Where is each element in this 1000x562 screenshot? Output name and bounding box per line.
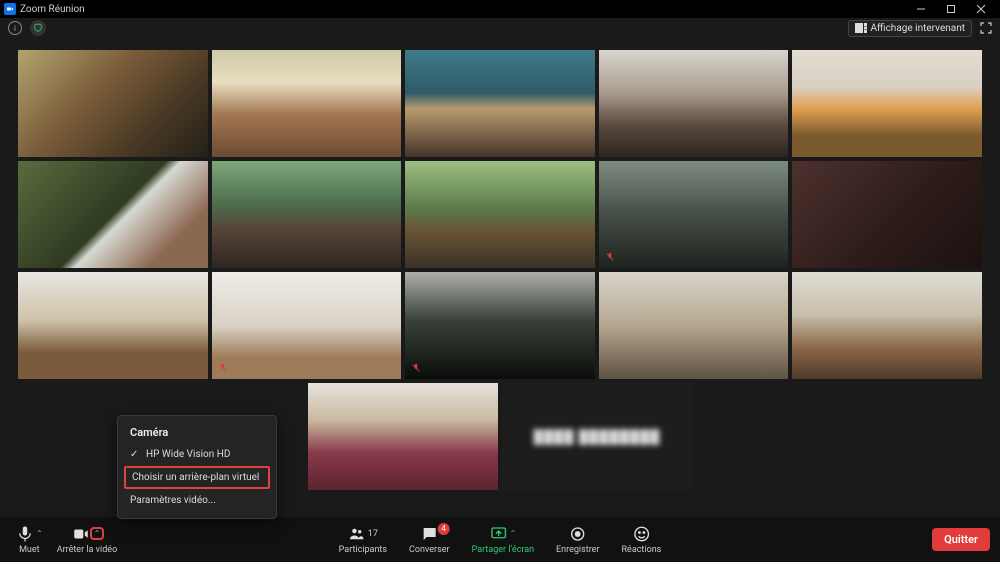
- participant-name: ████ ████████: [534, 429, 661, 445]
- video-settings[interactable]: Paramètres vidéo...: [118, 491, 276, 510]
- view-mode-button[interactable]: Affichage intervenant: [848, 20, 972, 37]
- check-icon: ✓: [130, 449, 140, 460]
- info-bar: i Affichage intervenant: [0, 18, 1000, 38]
- video-icon: [72, 525, 90, 543]
- record-icon: [569, 525, 587, 543]
- choose-virtual-background[interactable]: Choisir un arrière-plan virtuel: [124, 466, 270, 489]
- maximize-button[interactable]: [936, 0, 966, 18]
- participant-tile[interactable]: [599, 272, 789, 379]
- participant-tile[interactable]: [405, 161, 595, 268]
- video-gallery: ████ ████████ Caméra ✓ HP Wide Vision HD…: [0, 38, 1000, 517]
- window-title: Zoom Réunion: [20, 4, 85, 15]
- zoom-logo-icon: [4, 3, 16, 15]
- mute-button[interactable]: ⌃ Muet: [10, 525, 49, 555]
- participant-tile[interactable]: [212, 50, 402, 157]
- stop-video-button[interactable]: ⌃ Arrêter la vidéo: [51, 525, 124, 555]
- record-button[interactable]: Enregistrer: [550, 525, 605, 555]
- share-label: Partager l'écran: [472, 545, 534, 555]
- participant-tile[interactable]: [792, 272, 982, 379]
- mute-label: Muet: [19, 545, 40, 555]
- participant-tile[interactable]: [212, 161, 402, 268]
- participants-button[interactable]: 17 Participants: [333, 525, 393, 555]
- camera-option-label: HP Wide Vision HD: [146, 449, 230, 460]
- leave-button[interactable]: Quitter: [932, 528, 990, 551]
- video-settings-label: Paramètres vidéo...: [130, 495, 216, 506]
- microphone-icon: [16, 525, 34, 543]
- participant-tile[interactable]: [212, 272, 402, 379]
- stop-video-label: Arrêter la vidéo: [57, 545, 118, 555]
- encryption-icon[interactable]: [30, 20, 46, 36]
- info-icon[interactable]: i: [8, 21, 22, 35]
- participant-tile[interactable]: [405, 50, 595, 157]
- chat-icon: [420, 525, 438, 543]
- choose-bg-label: Choisir un arrière-plan virtuel: [132, 472, 259, 483]
- reactions-label: Réactions: [622, 545, 662, 555]
- participant-tile[interactable]: [792, 161, 982, 268]
- participant-tile[interactable]: [405, 272, 595, 379]
- chat-badge: 4: [438, 523, 450, 535]
- participant-name-tile[interactable]: ████ ████████: [502, 383, 692, 490]
- mute-caret-icon[interactable]: ⌃: [36, 529, 43, 538]
- meeting-toolbar: ⌃ Muet ⌃ Arrêter la vidéo: [0, 517, 1000, 562]
- reactions-button[interactable]: Réactions: [616, 525, 668, 555]
- participant-tile[interactable]: [18, 161, 208, 268]
- close-button[interactable]: [966, 0, 996, 18]
- participant-tile[interactable]: [18, 50, 208, 157]
- participants-count: 17: [368, 529, 378, 539]
- video-caret-icon[interactable]: ⌃: [92, 529, 103, 538]
- muted-icon: [409, 361, 423, 375]
- participant-tile[interactable]: [308, 383, 498, 490]
- minimize-button[interactable]: [906, 0, 936, 18]
- share-screen-button[interactable]: ⌃ Partager l'écran: [466, 525, 540, 555]
- muted-icon: [603, 250, 617, 264]
- participant-tile[interactable]: [599, 50, 789, 157]
- participant-tile[interactable]: [599, 161, 789, 268]
- participant-tile[interactable]: [792, 50, 982, 157]
- reactions-icon: [632, 525, 650, 543]
- participant-tile[interactable]: [18, 272, 208, 379]
- camera-option-selected[interactable]: ✓ HP Wide Vision HD: [118, 445, 276, 464]
- muted-icon: [216, 361, 230, 375]
- speaker-view-icon: [855, 23, 867, 33]
- camera-section-heading: Caméra: [118, 424, 276, 445]
- fullscreen-icon[interactable]: [980, 22, 992, 34]
- participants-label: Participants: [339, 545, 387, 555]
- record-label: Enregistrer: [556, 545, 599, 555]
- camera-options-popup: Caméra ✓ HP Wide Vision HD Choisir un ar…: [117, 415, 277, 519]
- chat-button[interactable]: 4 Converser: [403, 525, 456, 555]
- view-mode-label: Affichage intervenant: [871, 23, 965, 34]
- participants-icon: [348, 525, 366, 543]
- chat-label: Converser: [409, 545, 450, 555]
- share-caret-icon[interactable]: ⌃: [509, 529, 516, 538]
- share-screen-icon: [489, 525, 507, 543]
- titlebar: Zoom Réunion: [0, 0, 1000, 18]
